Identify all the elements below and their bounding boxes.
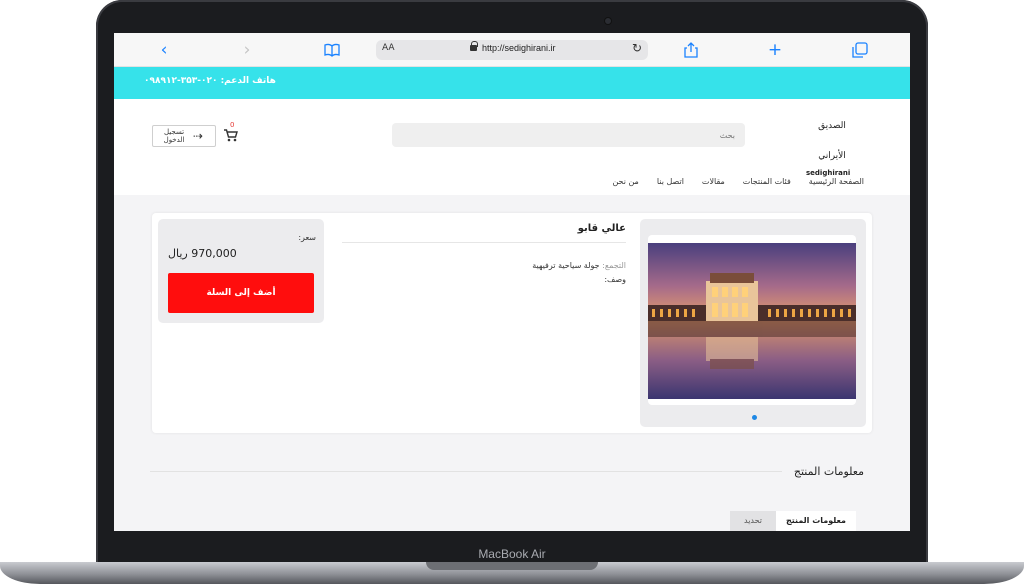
screen: ‹ › AA http://sedighirani.ir ↻ + هاتف ال… — [114, 33, 910, 531]
main-nav: الصفحة الرئيسية فئات المنتجات مقالات اتص… — [612, 177, 864, 186]
logo-subtitle: sedighirani — [806, 169, 851, 177]
share-icon[interactable] — [680, 39, 702, 61]
plus-icon[interactable]: + — [764, 39, 786, 61]
support-bar: هاتف الدعم: ۰۲۰-۳۵۳-۰۹۸۹۱۲ — [114, 67, 910, 99]
product-title: عالي قابو — [342, 223, 626, 243]
book-icon[interactable] — [321, 39, 343, 61]
nav-contact[interactable]: اتصل بنا — [657, 177, 684, 186]
product-info-tabs: تحديد معلومات المنتج — [730, 511, 856, 531]
laptop-frame: MacBook Air ‹ › AA http://sedighirani.ir… — [0, 0, 1024, 588]
site-logo[interactable]: الصديق الأيراني sedighirani — [806, 111, 858, 177]
nav-categories[interactable]: فئات المنتجات — [743, 177, 791, 186]
cart-icon[interactable] — [224, 129, 238, 146]
add-to-cart-button[interactable]: أضف إلى السلة — [168, 273, 314, 313]
tab-product-info[interactable]: معلومات المنتج — [776, 511, 856, 531]
group-value[interactable]: جولة سياحية ترفيهية — [532, 261, 599, 270]
tabs-icon[interactable] — [849, 39, 871, 61]
price-value: 970,000 ريال — [168, 247, 237, 260]
price-box: سعر: 970,000 ريال أضف إلى السلة — [158, 219, 324, 323]
chevron-right-icon[interactable]: › — [236, 39, 258, 61]
login-label: تسجيل الدخول — [163, 128, 185, 144]
tab-specification[interactable]: تحديد — [730, 511, 777, 531]
login-button[interactable]: تسجيل الدخول ⇢ — [152, 125, 216, 147]
section-divider — [150, 471, 782, 472]
lock-icon — [470, 41, 478, 51]
product-card: عالي قابو التجمع: جولة سياحية ترفيهية وص… — [152, 213, 872, 433]
group-label: التجمع: — [602, 261, 626, 270]
search-input[interactable] — [392, 123, 745, 147]
description-label: وصف: — [604, 275, 626, 284]
product-image-frame — [648, 235, 856, 405]
url-text: http://sedighirani.ir — [482, 43, 556, 53]
price-label: سعر: — [298, 233, 316, 242]
logo-text: الصديق الأيراني — [818, 121, 846, 161]
product-meta: التجمع: جولة سياحية ترفيهية وصف: — [342, 259, 626, 287]
product-info-title: معلومات المنتج — [793, 465, 864, 478]
login-icon: ⇢ — [193, 129, 204, 143]
product-group: التجمع: جولة سياحية ترفيهية — [342, 259, 626, 273]
carousel-dot[interactable] — [752, 415, 757, 420]
address-bar[interactable]: AA http://sedighirani.ir ↻ — [376, 40, 648, 60]
cart-count-badge: 0 — [230, 121, 235, 129]
product-gallery — [640, 219, 866, 427]
support-phone: هاتف الدعم: ۰۲۰-۳۵۳-۰۹۸۹۱۲ — [144, 76, 276, 86]
laptop-notch — [426, 562, 598, 570]
nav-home[interactable]: الصفحة الرئيسية — [809, 177, 864, 186]
model-label: MacBook Air — [478, 547, 546, 561]
product-image[interactable] — [648, 243, 856, 399]
webcam-icon — [605, 18, 611, 24]
site-header: تسجيل الدخول ⇢ 0 الصديق الأيراني sedighi… — [114, 99, 910, 195]
nav-articles[interactable]: مقالات — [702, 177, 725, 186]
chevron-left-icon[interactable]: ‹ — [153, 39, 175, 61]
reload-icon[interactable]: ↻ — [632, 41, 642, 55]
browser-toolbar: ‹ › AA http://sedighirani.ir ↻ + — [114, 33, 910, 67]
reader-aa-button[interactable]: AA — [382, 43, 395, 53]
nav-about[interactable]: من نحن — [612, 177, 638, 186]
